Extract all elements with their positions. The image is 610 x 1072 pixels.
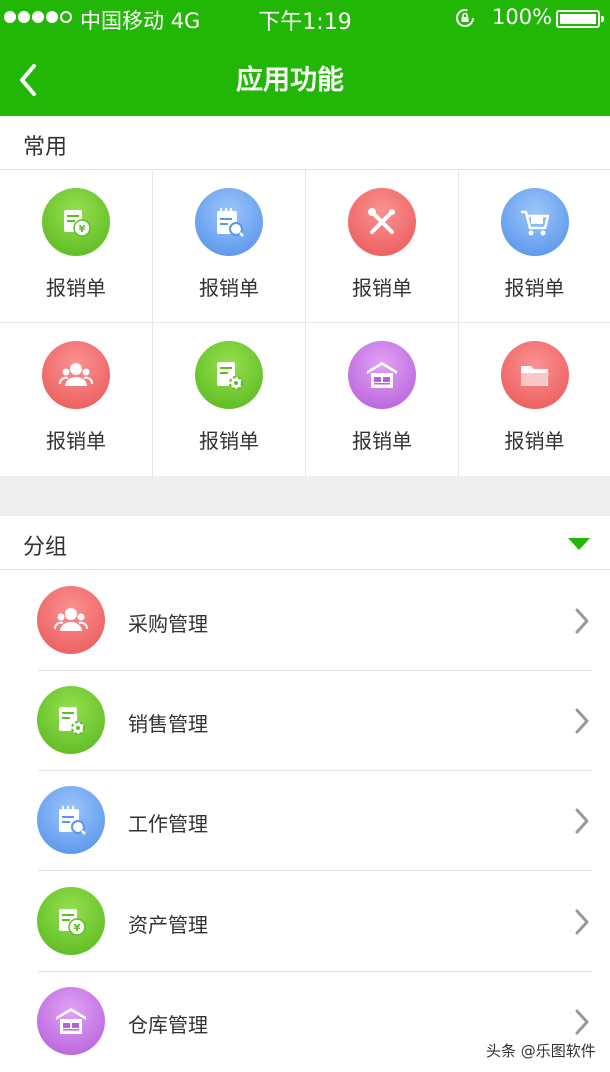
chevron-right-icon xyxy=(575,708,589,734)
svg-text:¥: ¥ xyxy=(74,923,81,934)
chevron-right-icon xyxy=(575,909,589,935)
list-item[interactable]: 销售管理 xyxy=(0,670,610,771)
group-section-header[interactable]: 分组 xyxy=(0,516,610,570)
page-title: 应用功能 xyxy=(236,65,344,96)
common-section-title: 常用 xyxy=(23,135,68,160)
warehouse-icon xyxy=(348,341,416,409)
group-section-title: 分组 xyxy=(23,535,68,560)
document-gear-icon xyxy=(37,686,105,754)
list-item[interactable]: 工作管理 xyxy=(0,770,610,871)
tools-icon xyxy=(348,188,416,256)
users-icon xyxy=(42,341,110,409)
chevron-right-icon xyxy=(575,808,589,834)
invoice-yen-icon: ¥ xyxy=(37,887,105,955)
list-item[interactable]: ¥ 资产管理 xyxy=(0,871,610,972)
list-item-label: 工作管理 xyxy=(128,812,208,836)
common-item-label: 报销单 xyxy=(504,276,565,300)
list-item[interactable]: 采购管理 xyxy=(0,570,610,671)
watermark-text: 头条 @乐图软件 xyxy=(486,1042,596,1060)
app-screen: 中国移动 4G 下午1:19 100% 应用功能 常用 ¥ 报销单 报销单 报销… xyxy=(0,0,610,1072)
common-item[interactable]: 报销单 xyxy=(459,323,610,476)
battery-percent: 100% xyxy=(492,5,553,29)
document-gear-icon xyxy=(195,341,263,409)
chevron-right-icon xyxy=(575,1009,589,1035)
list-item-label: 资产管理 xyxy=(128,913,208,937)
shopping-cart-icon xyxy=(500,188,569,256)
common-item-label: 报销单 xyxy=(352,276,412,300)
warehouse-icon xyxy=(37,987,105,1055)
rotation-lock-icon xyxy=(456,9,474,27)
common-item-label: 报销单 xyxy=(46,276,106,300)
list-item-label: 采购管理 xyxy=(128,612,208,636)
common-item[interactable]: 报销单 xyxy=(153,170,306,323)
common-item[interactable]: 报销单 xyxy=(306,170,459,323)
common-item[interactable]: 报销单 xyxy=(306,323,459,476)
list-item-label: 仓库管理 xyxy=(128,1013,208,1037)
list-item-label: 销售管理 xyxy=(128,712,208,736)
folder-icon xyxy=(500,341,569,409)
chevron-right-icon xyxy=(575,608,589,634)
common-item[interactable]: 报销单 xyxy=(459,170,610,323)
header-bar: 中国移动 4G 下午1:19 100% 应用功能 xyxy=(0,0,610,116)
collapse-caret-icon[interactable] xyxy=(568,538,590,550)
common-section-header: 常用 xyxy=(0,116,610,170)
common-item-label: 报销单 xyxy=(46,429,106,453)
common-item[interactable]: 报销单 xyxy=(0,323,153,476)
common-item-label: 报销单 xyxy=(504,429,565,453)
battery-icon xyxy=(556,10,604,28)
notepad-search-icon xyxy=(37,786,105,854)
common-item-label: 报销单 xyxy=(199,276,259,300)
common-item[interactable]: ¥ 报销单 xyxy=(0,170,153,323)
common-item[interactable]: 报销单 xyxy=(153,323,306,476)
common-item-label: 报销单 xyxy=(199,429,259,453)
group-list: 采购管理 销售管理 工作管理 ¥ 资产管理 仓库管理 xyxy=(0,570,610,1072)
users-icon xyxy=(37,586,105,654)
common-grid: ¥ 报销单 报销单 报销单 报销单 报销单 报销单 报销单 报销单 xyxy=(0,170,610,476)
svg-text:¥: ¥ xyxy=(79,224,86,235)
notepad-search-icon xyxy=(195,188,263,256)
invoice-yen-icon: ¥ xyxy=(42,188,110,256)
status-bar: 中国移动 4G 下午1:19 100% xyxy=(0,0,610,36)
common-item-label: 报销单 xyxy=(352,429,412,453)
